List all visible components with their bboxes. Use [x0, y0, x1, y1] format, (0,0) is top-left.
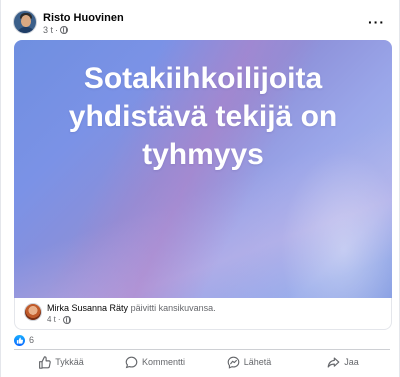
divider — [14, 349, 390, 350]
shared-action: päivitti kansikuvansa. — [130, 303, 216, 313]
like-reaction-icon — [14, 334, 25, 346]
avatar-shirt — [17, 27, 35, 33]
send-button[interactable]: Lähetä — [202, 352, 296, 372]
globe-icon — [62, 315, 71, 324]
messenger-icon — [227, 356, 240, 369]
like-button[interactable]: Tykkää — [14, 352, 108, 372]
globe-icon — [60, 26, 69, 34]
send-label: Lähetä — [243, 357, 272, 367]
comment-icon — [125, 356, 138, 368]
thumbs-up-icon — [39, 355, 52, 369]
shared-activity[interactable]: Mirka Susanna Räty päivitti kansikuvansa… — [14, 298, 392, 330]
author-name[interactable]: Risto Huovinen — [43, 12, 124, 24]
reaction-count[interactable]: 6 — [29, 335, 34, 345]
shared-name[interactable]: Mirka Susanna Räty — [47, 303, 128, 313]
post-time[interactable]: 3 t — [43, 25, 53, 35]
share-label: Jaa — [344, 357, 359, 367]
post-actions: Tykkää Kommentti Lähetä Jaa — [14, 352, 390, 372]
meta-separator: · — [57, 315, 61, 324]
post-header: Risto Huovinen 3 t · ··· — [13, 10, 387, 38]
shared-time[interactable]: 4 t — [47, 315, 56, 324]
like-label: Tykkää — [55, 357, 84, 367]
author-avatar[interactable] — [13, 10, 37, 34]
more-options-icon[interactable]: ··· — [368, 14, 385, 30]
post-card: Risto Huovinen 3 t · ··· Sotakiihkoilijo… — [0, 0, 400, 377]
meta-separator: · — [55, 25, 59, 35]
avatar-face — [21, 15, 31, 27]
share-button[interactable]: Jaa — [296, 352, 390, 372]
comment-label: Kommentti — [141, 357, 185, 367]
reactions-summary[interactable]: 6 — [14, 334, 34, 346]
post-text: Sotakiihkoilijoita yhdistävä tekijä on t… — [68, 62, 338, 171]
shared-avatar[interactable] — [24, 303, 42, 321]
share-icon — [327, 356, 340, 368]
post-background: Sotakiihkoilijoita yhdistävä tekijä on t… — [14, 40, 392, 298]
comment-button[interactable]: Kommentti — [108, 352, 202, 372]
post-meta: 3 t · — [43, 25, 69, 35]
shared-line: Mirka Susanna Räty päivitti kansikuvansa… — [47, 303, 216, 313]
shared-meta: 4 t · — [47, 315, 71, 324]
